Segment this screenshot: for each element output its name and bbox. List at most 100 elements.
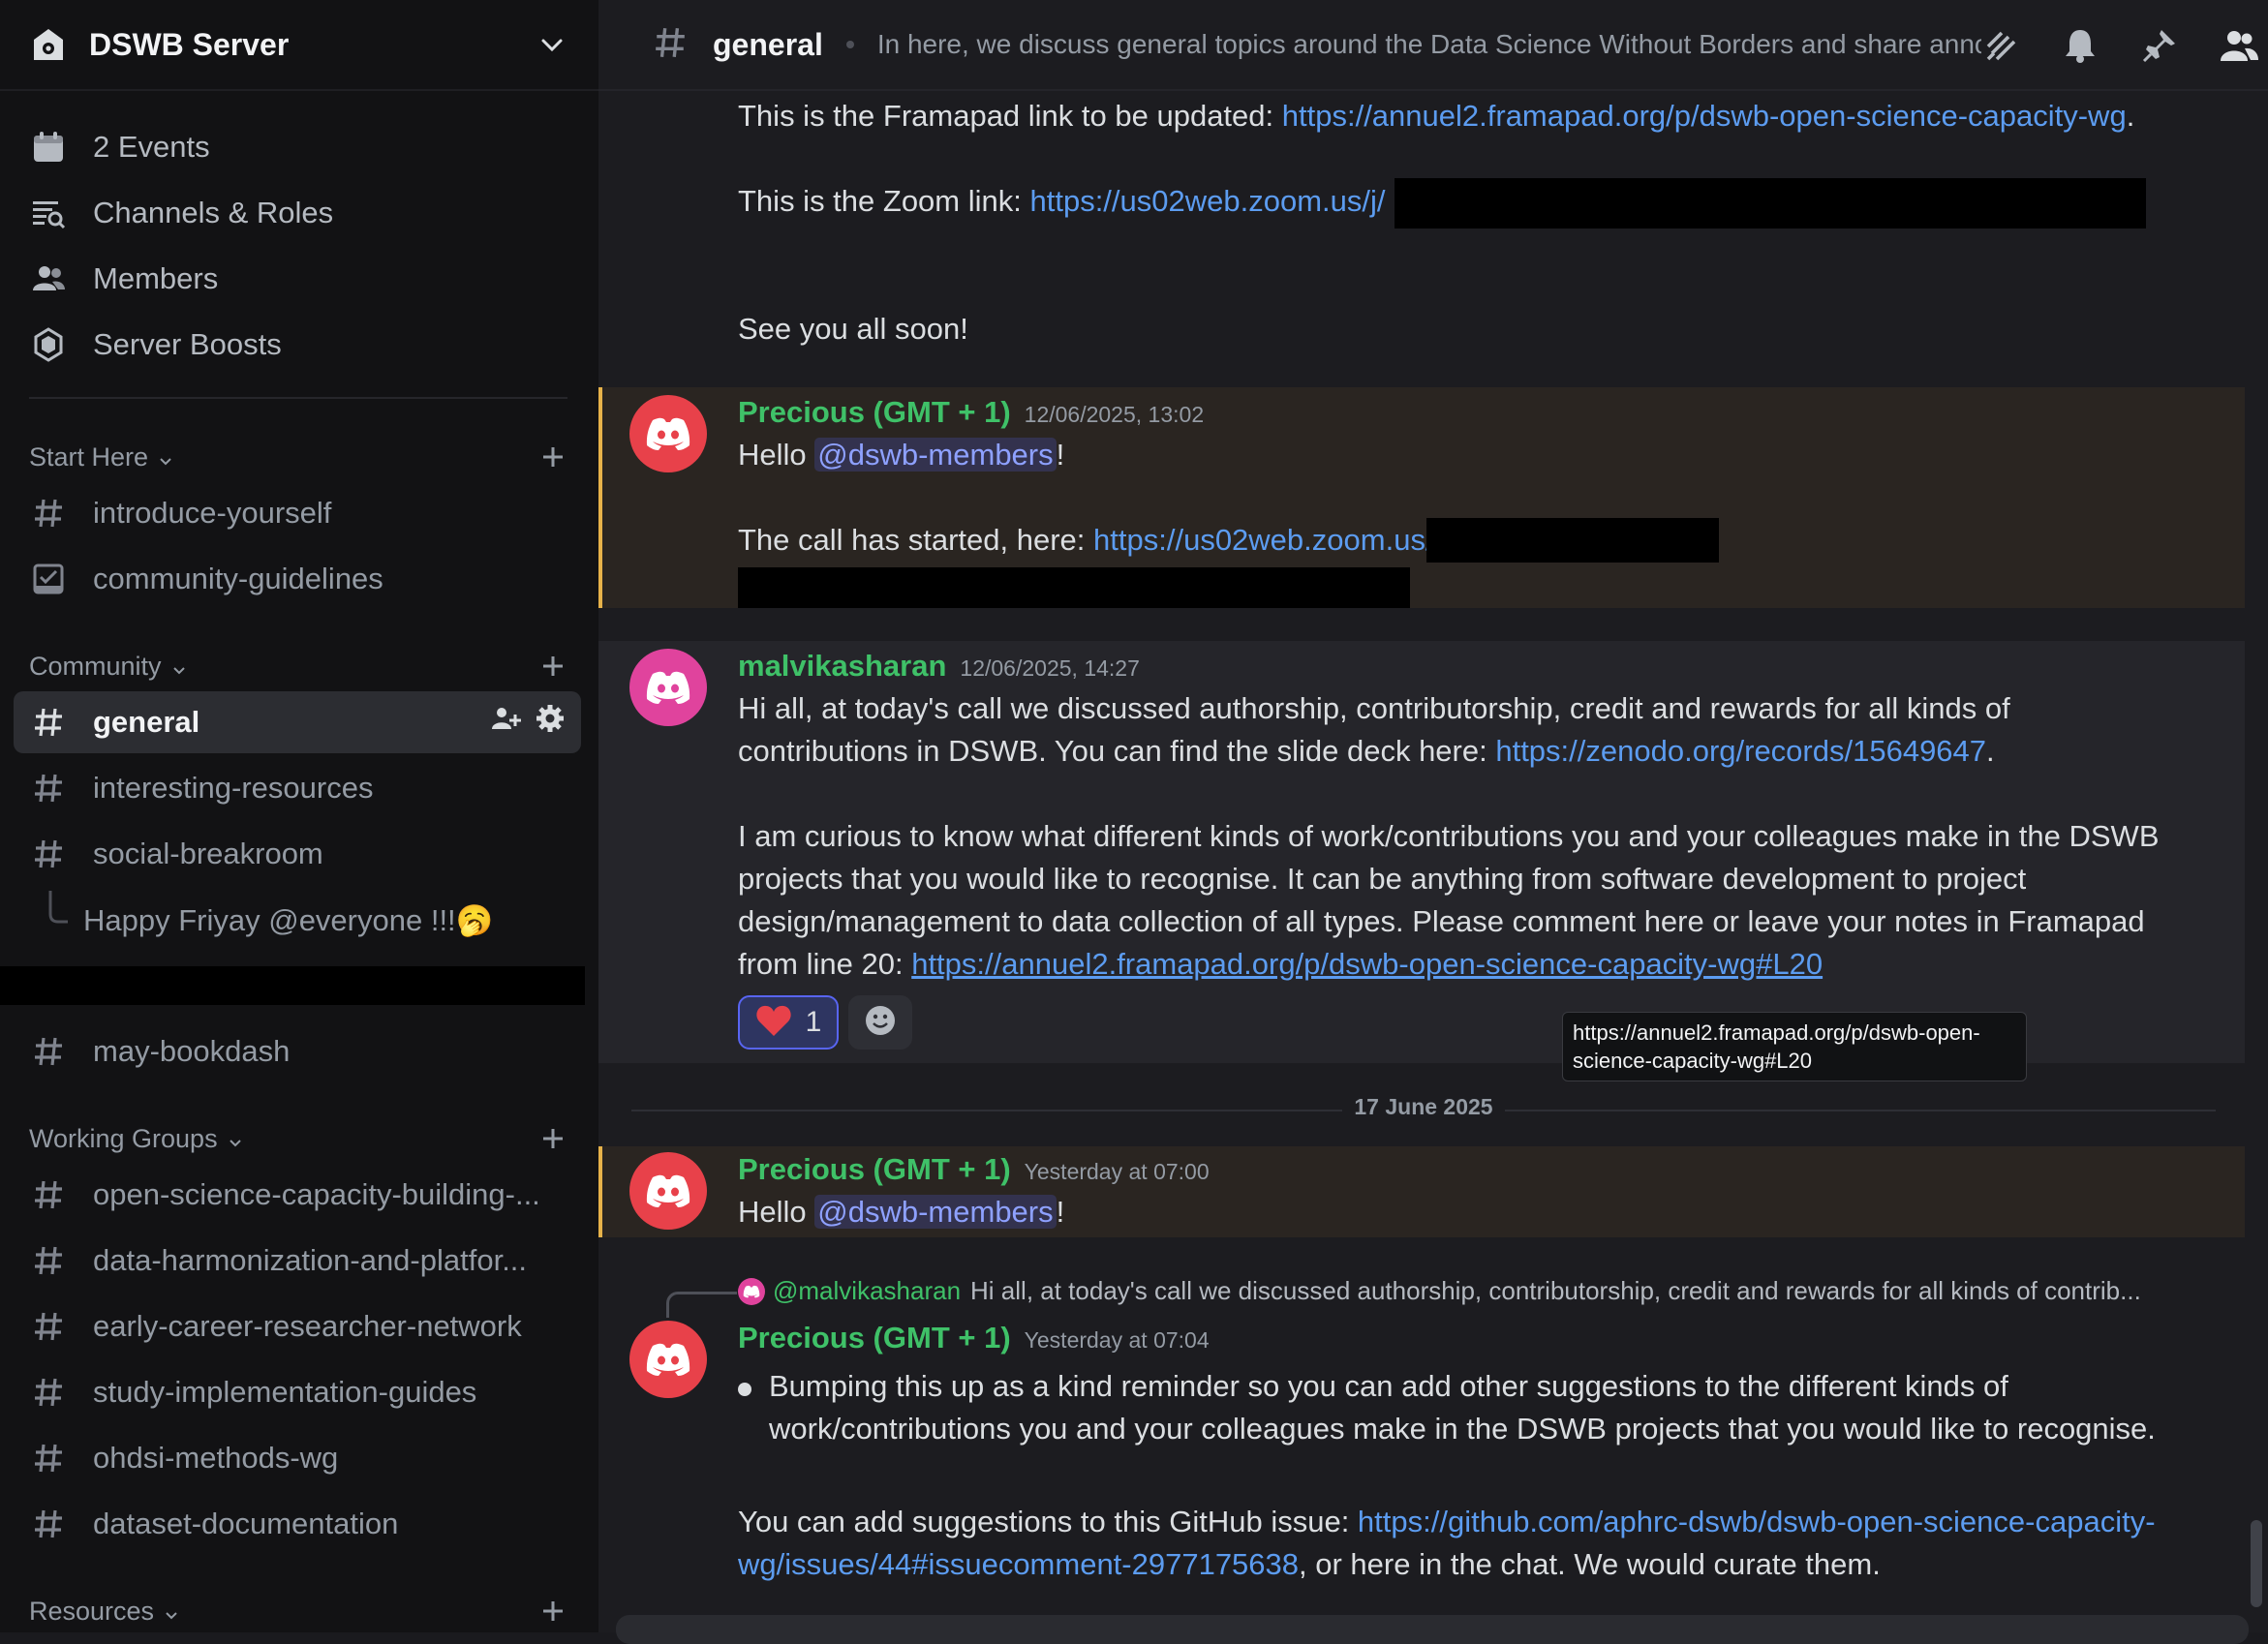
invite-icon[interactable] xyxy=(490,703,521,742)
category-resources[interactable]: Resources xyxy=(29,1592,567,1630)
category-start-here[interactable]: Start Here xyxy=(29,438,567,476)
channel-label: general xyxy=(93,705,200,739)
channel-ohdsi-methods-wg[interactable]: ohdsi-methods-wg xyxy=(14,1427,581,1489)
message-composer[interactable] xyxy=(616,1615,2249,1644)
channel-label: open-science-capacity-building-... xyxy=(93,1177,540,1211)
channel-label: community-guidelines xyxy=(93,562,383,595)
add-reaction-button[interactable] xyxy=(848,995,912,1050)
redaction-bar xyxy=(1395,178,2146,228)
channel-title: general xyxy=(713,26,823,62)
hashtag-icon xyxy=(29,703,68,742)
date-divider: 17 June 2025 xyxy=(598,1094,2249,1120)
channel-data-harmonization[interactable]: data-harmonization-and-platfor... xyxy=(14,1230,581,1292)
scrollbar-thumb[interactable] xyxy=(2251,1520,2262,1607)
channel-label: data-harmonization-and-platfor... xyxy=(93,1243,528,1277)
role-mention[interactable]: @dswb-members xyxy=(814,438,1057,472)
channel-social-breakroom[interactable]: social-breakroom xyxy=(14,823,581,885)
add-channel-icon[interactable] xyxy=(538,1597,567,1626)
reply-avatar xyxy=(738,1277,765,1305)
framapad-link[interactable]: https://annuel2.framapad.org/p/dswb-open… xyxy=(1282,99,2127,133)
message-text: work/contributions you and your colleagu… xyxy=(769,1412,2156,1446)
hashtag-icon xyxy=(29,1241,68,1280)
message-text: Hi all, at today's call we discussed aut… xyxy=(738,691,2010,725)
link-tooltip: https://annuel2.framapad.org/p/dswb-open… xyxy=(1562,1012,2027,1081)
threads-icon[interactable] xyxy=(1981,26,2020,65)
server-header[interactable]: DSWB Server xyxy=(0,0,598,91)
gear-icon[interactable] xyxy=(535,703,566,742)
github-issue-link[interactable]: wg/issues/44#issuecomment-2977175638 xyxy=(738,1547,1299,1581)
calendar-icon xyxy=(29,128,68,167)
chevron-down-icon xyxy=(226,1129,245,1148)
hashtag-icon xyxy=(29,1373,68,1412)
hashtag-icon xyxy=(29,1175,68,1214)
category-community[interactable]: Community xyxy=(29,647,567,685)
channel-early-career-researcher-network[interactable]: early-career-researcher-network xyxy=(14,1295,581,1357)
chevron-down-icon xyxy=(169,656,189,676)
avatar[interactable] xyxy=(629,1152,707,1230)
avatar[interactable] xyxy=(629,1321,707,1398)
channel-sidebar: DSWB Server 2 Events Channels & Roles Me… xyxy=(0,0,598,1632)
avatar[interactable] xyxy=(629,649,707,726)
message-text: This is the Zoom link: https://us02web.z… xyxy=(738,184,1386,218)
username[interactable]: Precious (GMT + 1) xyxy=(738,1152,1011,1187)
channel-dataset-documentation[interactable]: dataset-documentation xyxy=(14,1493,581,1555)
zoom-link[interactable]: https://us02web.zoom.us/j/ xyxy=(1029,184,1385,218)
channel-label: interesting-resources xyxy=(93,771,374,805)
smiley-icon xyxy=(864,1004,897,1042)
thread-item[interactable]: Happy Friyay @everyone !!!🥱 xyxy=(29,891,493,949)
avatar[interactable] xyxy=(629,395,707,472)
channel-community-guidelines[interactable]: community-guidelines xyxy=(14,548,581,610)
channel-label: dataset-documentation xyxy=(93,1507,399,1540)
zoom-call-link[interactable]: https://us02web.zoom.us/ xyxy=(1093,523,1434,557)
reaction-count: 1 xyxy=(805,1006,822,1038)
username[interactable]: Precious (GMT + 1) xyxy=(738,395,1011,430)
bullet-dot xyxy=(738,1383,751,1396)
channel-introduce-yourself[interactable]: introduce-yourself xyxy=(14,482,581,544)
channel-label: may-bookdash xyxy=(93,1034,291,1068)
server-menu: 2 Events Channels & Roles Members Server… xyxy=(29,91,567,399)
add-channel-icon[interactable] xyxy=(538,652,567,681)
add-channel-icon[interactable] xyxy=(538,442,567,472)
message-text: I am curious to know what different kind… xyxy=(738,819,2160,853)
channel-general[interactable]: general xyxy=(14,691,581,753)
thread-label: Happy Friyay @everyone !!!🥱 xyxy=(83,902,494,937)
reply-preview[interactable]: @malvikasharan Hi all, at today's call w… xyxy=(738,1276,2141,1306)
channel-may-bookdash[interactable]: may-bookdash xyxy=(14,1020,581,1082)
bell-icon[interactable] xyxy=(2061,26,2099,65)
framapad-line-link[interactable]: https://annuel2.framapad.org/p/dswb-open… xyxy=(911,947,1823,981)
reaction-heart[interactable]: 1 xyxy=(738,995,839,1050)
role-mention[interactable]: @dswb-members xyxy=(814,1195,1057,1229)
channel-header: general In here, we discuss general topi… xyxy=(598,0,2268,91)
username[interactable]: Precious (GMT + 1) xyxy=(738,1321,1011,1355)
redaction-bar xyxy=(0,966,585,1005)
menu-item-server-boosts[interactable]: Server Boosts xyxy=(29,312,567,378)
channel-interesting-resources[interactable]: interesting-resources xyxy=(14,757,581,819)
separator-dot xyxy=(845,41,854,48)
category-label: Resources xyxy=(29,1596,155,1626)
channel-open-science-capacity-building[interactable]: open-science-capacity-building-... xyxy=(14,1164,581,1226)
pin-icon[interactable] xyxy=(2140,26,2179,65)
message-text: contributions in DSWB. You can find the … xyxy=(738,734,1995,768)
channel-browse-icon xyxy=(29,194,68,232)
hashtag-icon xyxy=(29,494,68,533)
message-text: wg/issues/44#issuecomment-2977175638, or… xyxy=(738,1547,1881,1581)
menu-item-events[interactable]: 2 Events xyxy=(29,114,567,180)
menu-item-channels-roles[interactable]: Channels & Roles xyxy=(29,180,567,246)
channel-topic[interactable]: In here, we discuss general topics aroun… xyxy=(877,29,1981,60)
zenodo-link[interactable]: https://zenodo.org/records/15649647 xyxy=(1495,734,1986,768)
username[interactable]: malvikasharan xyxy=(738,649,946,684)
redaction-bar xyxy=(738,567,1410,608)
category-working-groups[interactable]: Working Groups xyxy=(29,1119,567,1158)
message-text: Bumping this up as a kind reminder so yo… xyxy=(769,1369,2008,1403)
channel-label: ohdsi-methods-wg xyxy=(93,1441,339,1475)
message-text: The call has started, here: https://us02… xyxy=(738,523,1434,557)
channel-label: study-implementation-guides xyxy=(93,1375,477,1409)
chevron-down-icon[interactable] xyxy=(535,27,569,62)
member-list-icon[interactable] xyxy=(2220,26,2258,65)
menu-item-members[interactable]: Members xyxy=(29,246,567,312)
channel-study-implementation-guides[interactable]: study-implementation-guides xyxy=(14,1361,581,1423)
github-issue-link[interactable]: https://github.com/aphrc-dswb/dswb-open-… xyxy=(1358,1505,2156,1538)
timestamp: Yesterday at 07:04 xyxy=(1024,1327,1210,1353)
add-channel-icon[interactable] xyxy=(538,1124,567,1153)
hashtag-icon xyxy=(29,1439,68,1477)
